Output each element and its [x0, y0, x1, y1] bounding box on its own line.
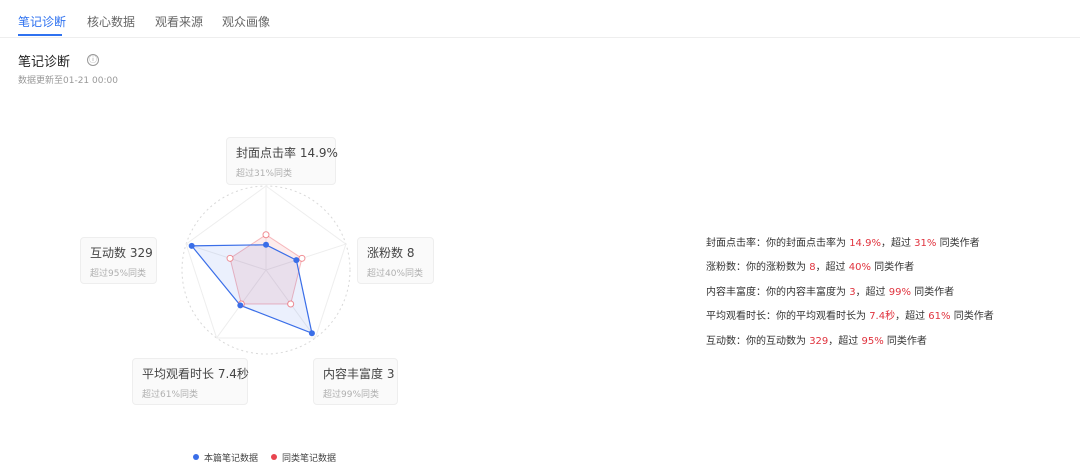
desc-pct: 31% [914, 238, 937, 249]
desc-value: 329 [809, 336, 829, 347]
card-followers: 涨粉数 8 超过40%同类 [357, 237, 434, 284]
desc-mid: ，超过 [815, 262, 849, 273]
desc-text: 你的互动数为 [746, 336, 810, 347]
desc-text: 你的内容丰富度为 [766, 287, 850, 298]
desc-watch-time: 平均观看时长：你的平均观看时长为 7.4秒，超过 61% 同类作者 [706, 307, 994, 322]
legend-label-this: 本篇笔记数据 [204, 454, 259, 464]
card-followers-label: 涨粉数 8 [367, 246, 415, 260]
card-cover-ctr-sub: 超过31%同类 [236, 169, 293, 179]
desc-label: 内容丰富度： [706, 287, 766, 298]
desc-value: 7.4秒 [869, 311, 896, 322]
legend-dot-this [193, 454, 199, 460]
legend-peer-notes[interactable]: 同类笔记数据 [271, 451, 336, 464]
card-watch-time-label: 平均观看时长 7.4秒 [142, 367, 249, 381]
desc-mid: ，超过 [895, 311, 929, 322]
card-interactions: 互动数 329 超过95%同类 [80, 237, 157, 284]
this-series-point[interactable] [293, 257, 300, 264]
desc-label: 互动数： [706, 336, 746, 347]
peer-series-point[interactable] [226, 254, 234, 262]
desc-pct: 61% [928, 311, 951, 322]
desc-interactions: 互动数：你的互动数为 329，超过 95% 同类作者 [706, 332, 927, 347]
desc-pct: 99% [888, 287, 911, 298]
desc-text: 你的平均观看时长为 [776, 311, 870, 322]
desc-tail: 同类作者 [870, 262, 915, 273]
desc-tail: 同类作者 [950, 311, 994, 322]
desc-value: 14.9% [849, 238, 881, 249]
card-watch-time-sub: 超过61%同类 [142, 390, 199, 400]
desc-text: 你的封面点击率为 [766, 238, 850, 249]
desc-pct: 95% [861, 336, 884, 347]
desc-label: 封面点击率： [706, 238, 766, 249]
card-richness: 内容丰富度 3 超过99%同类 [313, 358, 398, 405]
desc-mid: ，超过 [828, 336, 862, 347]
desc-text: 你的涨粉数为 [746, 262, 810, 273]
desc-label: 平均观看时长： [706, 311, 776, 322]
card-interactions-sub: 超过95%同类 [90, 269, 147, 279]
peer-series-point[interactable] [298, 254, 306, 262]
desc-tail: 同类作者 [910, 287, 955, 298]
this-series-point[interactable] [237, 302, 244, 309]
card-interactions-label: 互动数 329 [90, 246, 153, 260]
card-watch-time: 平均观看时长 7.4秒 超过61%同类 [132, 358, 249, 405]
this-series-point[interactable] [308, 330, 315, 337]
peer-series-point[interactable] [287, 300, 295, 308]
card-cover-ctr-label: 封面点击率 14.9% [236, 146, 338, 160]
desc-cover-ctr: 封面点击率：你的封面点击率为 14.9%，超过 31% 同类作者 [706, 234, 980, 249]
card-richness-sub: 超过99%同类 [323, 390, 380, 400]
legend-label-peer: 同类笔记数据 [282, 454, 337, 464]
desc-tail: 同类作者 [883, 336, 927, 347]
legend-this-note[interactable]: 本篇笔记数据 [193, 451, 258, 464]
legend-dot-peer [271, 454, 277, 460]
desc-mid: ，超过 [880, 238, 915, 249]
desc-pct: 40% [848, 262, 871, 273]
this-series-point[interactable] [188, 242, 195, 249]
desc-label: 涨粉数： [706, 262, 746, 273]
desc-richness: 内容丰富度：你的内容丰富度为 3，超过 99% 同类作者 [706, 283, 954, 298]
desc-tail: 同类作者 [936, 238, 980, 249]
desc-mid: ，超过 [855, 287, 889, 298]
peer-series-point[interactable] [262, 231, 270, 239]
card-cover-ctr: 封面点击率 14.9% 超过31%同类 [226, 137, 338, 185]
card-richness-label: 内容丰富度 3 [323, 367, 395, 381]
desc-followers: 涨粉数：你的涨粉数为 8，超过 40% 同类作者 [706, 258, 914, 273]
this-series-point[interactable] [263, 241, 269, 248]
card-followers-sub: 超过40%同类 [367, 269, 424, 279]
